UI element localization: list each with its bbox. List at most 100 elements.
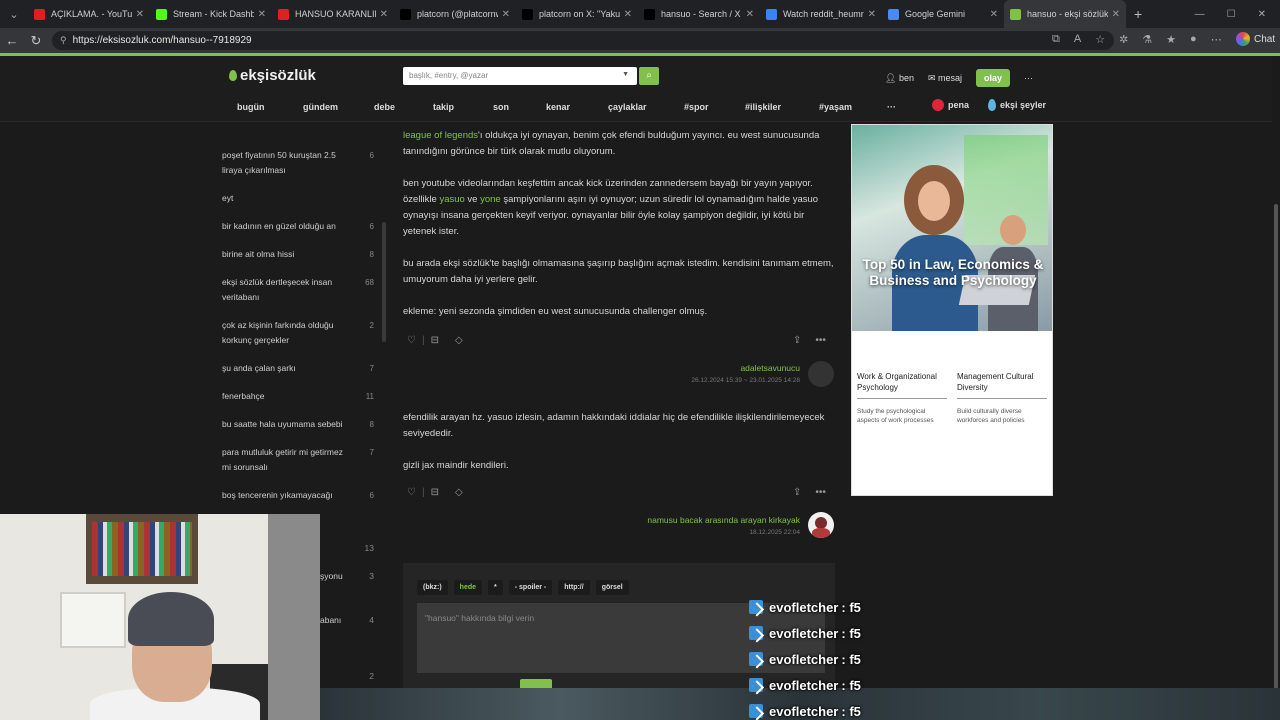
tab-close-icon[interactable]: ✕ [502,9,510,20]
favorite-heart-icon[interactable]: ♡ [407,487,416,498]
site-info-icon[interactable]: ⚲ [60,35,67,46]
minimize-icon[interactable]: — [1195,9,1205,20]
topic-tab[interactable]: #yaşam [819,102,852,112]
browser-tab[interactable]: Stream - Kick Dashboard ✕ [150,0,272,28]
author-link[interactable]: namusu bacak arasında arayan kirkayak [600,515,800,525]
share-icon[interactable]: ⇪ [793,335,801,346]
bkz-link-lol[interactable]: league of legends [403,130,478,141]
install-icon[interactable]: ⧉ [1052,33,1060,46]
author-avatar[interactable] [808,361,834,387]
browser-tab[interactable]: platcorn on X: "YakupT ✕ [516,0,638,28]
tab-search-icon[interactable]: ⌄ [0,8,28,21]
downvote-icon[interactable]: ⊟ [431,335,439,346]
bkz-link-yasuo[interactable]: yasuo [439,194,464,205]
sidebar-topic-item[interactable]: bir kadının en güzel olduğu an 6 [222,219,374,234]
sidebar-topic-item[interactable]: eyt [222,191,374,206]
topic-tab[interactable]: bugün [237,102,265,112]
tab-close-icon[interactable]: ✕ [868,9,876,20]
advertisement[interactable]: Top 50 in Law, Economics & Business and … [851,124,1053,496]
browser-tab[interactable]: hansuo - Search / X ✕ [638,0,760,28]
downvote-icon[interactable]: ⊟ [431,487,439,498]
tab-close-icon[interactable]: ✕ [746,9,754,20]
lab-icon[interactable]: ⚗ [1142,33,1152,46]
more-menu-icon[interactable]: ··· [1024,73,1033,83]
topic-tab[interactable]: çaylaklar [608,102,647,112]
browser-tab[interactable]: platcorn (@platcornwe ✕ [394,0,516,28]
browser-tab[interactable]: HANSUO KARANLIK YÜZ ✕ [272,0,394,28]
topic-tab[interactable]: takip [433,102,454,112]
editor-format-button[interactable]: - spoiler - [508,580,553,595]
sidebar-topic-item[interactable]: bu saatte hala uyumama sebebi 8 [222,417,374,432]
sidebar-topic-item[interactable]: birine ait olma hissi 8 [222,247,374,262]
ben-link[interactable]: 👤︎ ben [885,73,914,84]
new-tab-icon[interactable]: + [1134,6,1142,22]
editor-format-button[interactable]: (bkz:) [417,580,448,595]
sidebar-topic-item[interactable]: abanı 4 [320,615,374,625]
back-icon[interactable]: ← [0,33,24,48]
drop-icon[interactable]: ◇ [455,335,463,346]
mesaj-link[interactable]: ✉︎ mesaj [928,73,962,84]
topic-tab[interactable]: son [493,102,509,112]
bookmark-star-icon[interactable]: ☆ [1095,33,1105,46]
entry-date[interactable]: 26.12.2024 15:39 ~ 23.01.2025 14:28 [640,377,800,384]
entry-menu-icon[interactable]: ••• [815,487,826,498]
sidebar-topic-item[interactable]: poşet fiyatının 50 kuruştan 2.5 liraya ç… [222,148,374,178]
author-link[interactable]: adaletsavunucu [640,363,800,373]
eksi-seyler-link[interactable]: ekşi şeyler [988,99,1046,111]
browser-tab[interactable]: hansuo - ekşi sözlük ✕ [1004,0,1126,28]
topic-tab[interactable]: #spor [684,102,709,112]
topic-tab[interactable]: ··· [887,102,896,112]
tab-close-icon[interactable]: ✕ [1112,9,1120,20]
sidebar-topic-item[interactable]: para mutluluk getirir mi getirmez mi sor… [222,445,374,475]
sidebar-topic-item[interactable]: fenerbahçe 11 [222,389,374,404]
search-button[interactable]: ⌕ [639,67,659,85]
translate-icon[interactable]: A [1074,33,1081,46]
search-dropdown-icon[interactable]: ▼ [622,71,629,78]
topic-title: poşet fiyatının 50 kuruştan 2.5 liraya ç… [222,150,336,175]
sidebar-scrollbar[interactable] [382,222,386,342]
sidebar-topic-item[interactable]: boş tencerenin yıkamayacağı 6 [222,488,374,503]
topic-tab[interactable]: gündem [303,102,338,112]
site-logo[interactable]: ekşisözlük [229,67,316,84]
address-bar[interactable]: ⚲ https://eksisozluk.com/hansuo--7918929 [52,31,1114,50]
search-input[interactable]: başlık, #entry, @yazar ▼ [403,67,637,85]
topic-tab[interactable]: kenar [546,102,570,112]
tab-close-icon[interactable]: ✕ [380,9,388,20]
browser-tab[interactable]: Google Gemini ✕ [882,0,1004,28]
close-window-icon[interactable]: ✕ [1258,9,1266,20]
tab-close-icon[interactable]: ✕ [624,9,632,20]
menu-dots-icon[interactable]: ⋯ [1211,33,1222,46]
topic-tab[interactable]: #ilişkiler [745,102,781,112]
tab-close-icon[interactable]: ✕ [136,9,144,20]
sidebar-topic-item[interactable]: çok az kişinin farkında olduğu korkunç g… [222,318,374,348]
sidebar-topic-item[interactable]: şyonu 3 [320,571,374,581]
author-avatar[interactable] [808,512,834,538]
profile-avatar-icon[interactable]: ● [1190,33,1197,46]
browser-tab[interactable]: AÇIKLAMA. - YouTube ✕ [28,0,150,28]
olay-button[interactable]: olay [976,69,1011,87]
editor-format-button[interactable]: * [488,580,503,595]
browser-tab[interactable]: Watch reddit_heumrage ✕ [760,0,882,28]
favorites-icon[interactable]: ★ [1166,33,1176,46]
share-icon[interactable]: ⇪ [793,487,801,498]
sidebar-topic-item[interactable]: şu anda çalan şarkı 7 [222,361,374,376]
drop-icon[interactable]: ◇ [455,487,463,498]
favorite-heart-icon[interactable]: ♡ [407,335,416,346]
extensions-icon[interactable]: ✲ [1119,33,1128,46]
entry-menu-icon[interactable]: ••• [815,335,826,346]
reload-icon[interactable]: ↻ [24,33,48,49]
topic-tab[interactable]: debe [374,102,395,112]
editor-format-button[interactable]: görsel [595,580,629,595]
tab-close-icon[interactable]: ✕ [258,9,266,20]
sidebar-topic-item[interactable]: ekşi sözlük dertleşecek insan veritabanı… [222,275,374,305]
tab-close-icon[interactable]: ✕ [990,9,998,20]
maximize-icon[interactable]: ☐ [1227,9,1236,20]
pena-link[interactable]: pena [932,99,969,111]
bkz-link-yone[interactable]: yone [480,194,501,205]
editor-format-button[interactable]: hede [453,580,483,595]
entry-date[interactable]: 18.12.2025 22:04 [600,529,800,536]
editor-format-button[interactable]: http:// [558,580,590,595]
scroll-thumb[interactable] [1274,204,1278,704]
chat-button[interactable]: Chat [1236,32,1275,46]
page-scrollbar[interactable] [1272,56,1280,706]
